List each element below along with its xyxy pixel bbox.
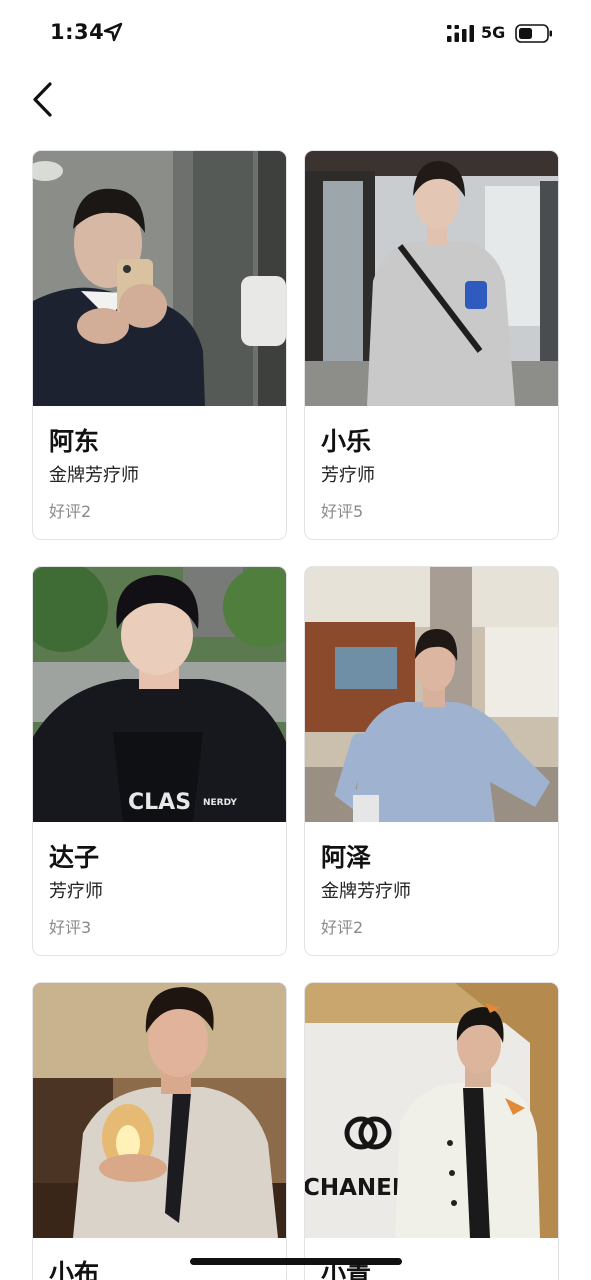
svg-text:NERDY: NERDY (203, 798, 237, 808)
back-button[interactable] (26, 78, 66, 122)
battery-icon (515, 24, 552, 43)
therapist-photo: CHANEL (305, 983, 558, 1238)
therapist-photo (305, 567, 558, 822)
therapist-photo (305, 151, 558, 406)
therapist-card[interactable]: 阿泽 金牌芳疗师 好评2 (304, 566, 559, 956)
therapist-card[interactable]: 小乐 芳疗师 好评5 (304, 150, 559, 540)
therapist-title: 金牌芳疗师 (49, 465, 139, 486)
location-arrow-icon (103, 22, 123, 42)
therapist-title: 芳疗师 (49, 881, 103, 902)
therapist-card[interactable]: 小布 (32, 982, 287, 1280)
svg-text:CLAS: CLAS (128, 790, 191, 815)
network-label: 5G (481, 23, 506, 42)
therapist-photo (33, 983, 286, 1238)
status-bar: 1:34 5G (0, 0, 591, 66)
signal-icon (447, 25, 474, 42)
therapist-rating: 好评2 (49, 502, 92, 521)
therapist-name: 达子 (49, 843, 100, 872)
therapist-rating: 好评5 (321, 502, 364, 521)
therapist-name: 阿泽 (321, 843, 372, 872)
therapist-title: 金牌芳疗师 (321, 881, 411, 902)
therapist-rating: 好评2 (321, 918, 364, 937)
home-indicator[interactable] (190, 1258, 402, 1265)
chevron-left-icon (33, 82, 52, 117)
therapist-name: 小乐 (321, 427, 372, 456)
therapist-name: 阿东 (49, 427, 100, 456)
chanel-wall-text: CHANEL (305, 1175, 407, 1201)
status-time: 1:34 (50, 20, 105, 44)
therapist-photo (33, 151, 286, 406)
therapist-photo: CLAS NERDY (33, 567, 286, 822)
therapist-card[interactable]: CLAS NERDY 达子 芳疗师 好评3 (32, 566, 287, 956)
therapist-card[interactable]: 阿东 金牌芳疗师 好评2 (32, 150, 287, 540)
therapist-title: 芳疗师 (321, 465, 375, 486)
therapist-card[interactable]: CHANEL 小青 (304, 982, 559, 1280)
therapist-name: 小布 (49, 1259, 100, 1280)
therapist-rating: 好评3 (49, 918, 92, 937)
